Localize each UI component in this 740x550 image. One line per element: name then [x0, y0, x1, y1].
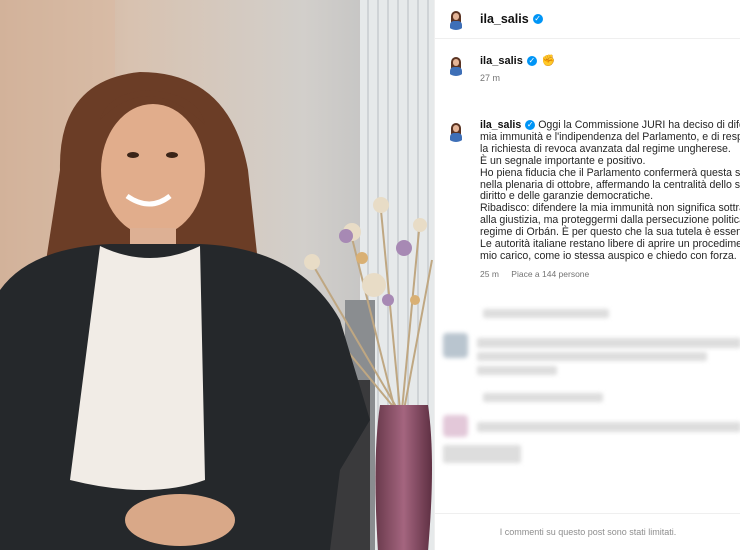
blurred-avatar [443, 415, 468, 437]
verified-badge-icon: ✓ [526, 55, 537, 66]
avatar[interactable] [445, 54, 467, 76]
avatar[interactable] [445, 8, 467, 30]
reply-username[interactable]: ila_salis [480, 55, 523, 67]
post-header: ila_salis ✓ [435, 0, 740, 39]
blurred-comment-text [483, 309, 609, 318]
post-detail-panel: ila_salis ✓ ila_salis ✓ ✊ 27 m ila_salis… [434, 0, 740, 550]
blurred-comment-text [477, 366, 557, 375]
blurred-comment-text [477, 352, 707, 361]
verified-badge-icon: ✓ [532, 14, 543, 24]
blurred-avatar [443, 333, 468, 358]
caption-time[interactable]: 25 m [480, 269, 499, 279]
blurred-comment-text [477, 422, 740, 432]
caption-username[interactable]: ila_salis [480, 119, 521, 131]
avatar[interactable] [445, 120, 467, 142]
post-photo [0, 0, 434, 550]
caption-line: Ho piena fiducia che il Parlamento confe… [480, 166, 740, 179]
caption-line: mio carico, come io stessa auspico e chi… [480, 249, 737, 262]
blurred-comment-text [483, 393, 603, 402]
caption: ila_salis ✓ Oggi la Commissione JURI ha d… [445, 119, 740, 281]
caption-line: la richiesta di revoca avanzata dal regi… [480, 142, 731, 155]
caption-line: È un segnale importante e positivo. [480, 154, 646, 167]
likes-count[interactable]: Piace a 144 persone [511, 269, 589, 279]
blurred-comment-text [443, 445, 521, 463]
caption-line: Oggi la Commissione JURI ha deciso di di… [538, 119, 740, 131]
comments-limited-notice: I commenti su questo post sono stati lim… [435, 513, 740, 550]
blurred-comment-text [477, 338, 740, 348]
reply-item: ila_salis ✓ ✊ 27 m [445, 54, 556, 83]
reply-time[interactable]: 27 m [480, 73, 556, 83]
verified-badge-icon: ✓ [525, 120, 536, 131]
post-username[interactable]: ila_salis [480, 12, 529, 26]
raised-fist-icon: ✊ [541, 55, 556, 67]
